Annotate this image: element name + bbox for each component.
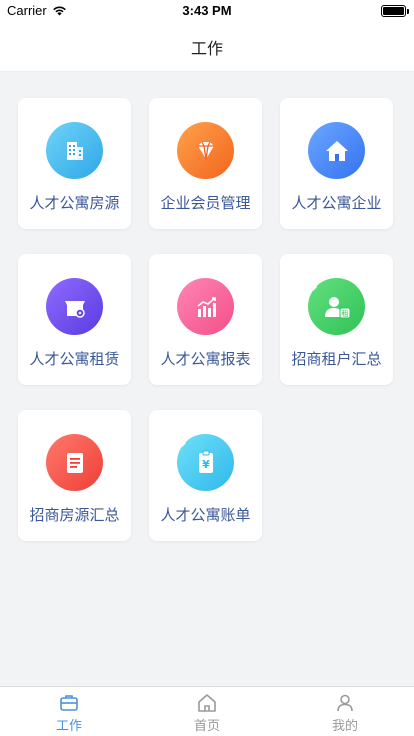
navigation-bar: 工作 [0,22,414,72]
home-icon [198,694,216,712]
card-talent-apartment-listings[interactable]: 人才公寓房源 [18,98,131,229]
card-label: 企业会员管理 [160,194,251,212]
svg-text:¥: ¥ [202,458,210,471]
briefcase-icon [60,695,78,711]
card-member-management[interactable]: 企业会员管理 [149,98,262,229]
card-tenant-summary[interactable]: 租 招商租户汇总 [280,254,393,385]
svg-text:租: 租 [341,310,348,318]
card-label: 人才公寓房源 [29,194,120,212]
clock: 3:43 PM [182,3,232,18]
status-bar: Carrier 3:43 PM [0,0,414,22]
card-label: 人才公寓账单 [160,506,251,524]
document-icon [46,434,103,491]
card-label: 人才公寓报表 [160,350,251,368]
building-icon [46,122,103,179]
diamond-icon [177,122,234,179]
card-talent-apartment-enterprises[interactable]: 人才公寓企业 [280,98,393,229]
tab-home[interactable]: 首页 [138,687,276,736]
house-icon [308,122,365,179]
tab-bar: 工作 首页 我的 [0,686,414,736]
card-talent-apartment-bills[interactable]: ¥ 人才公寓账单 [149,410,262,541]
tab-label: 工作 [55,719,82,734]
tab-work[interactable]: 工作 [0,687,138,736]
card-talent-apartment-leasing[interactable]: 人才公寓租赁 [18,254,131,385]
page-title: 工作 [190,38,223,58]
card-label: 招商房源汇总 [29,506,120,524]
bar-chart-icon [177,278,234,335]
storefront-icon [46,278,103,335]
card-label: 人才公寓企业 [291,194,382,212]
tab-label: 首页 [193,719,220,734]
card-talent-apartment-reports[interactable]: 人才公寓报表 [149,254,262,385]
card-label: 招商租户汇总 [291,350,382,368]
tab-profile[interactable]: 我的 [276,687,414,736]
person-icon [337,694,353,712]
card-listing-summary[interactable]: 招商房源汇总 [18,410,131,541]
tab-label: 我的 [331,719,358,734]
card-label: 人才公寓租赁 [29,350,120,368]
battery-icon [381,5,409,17]
